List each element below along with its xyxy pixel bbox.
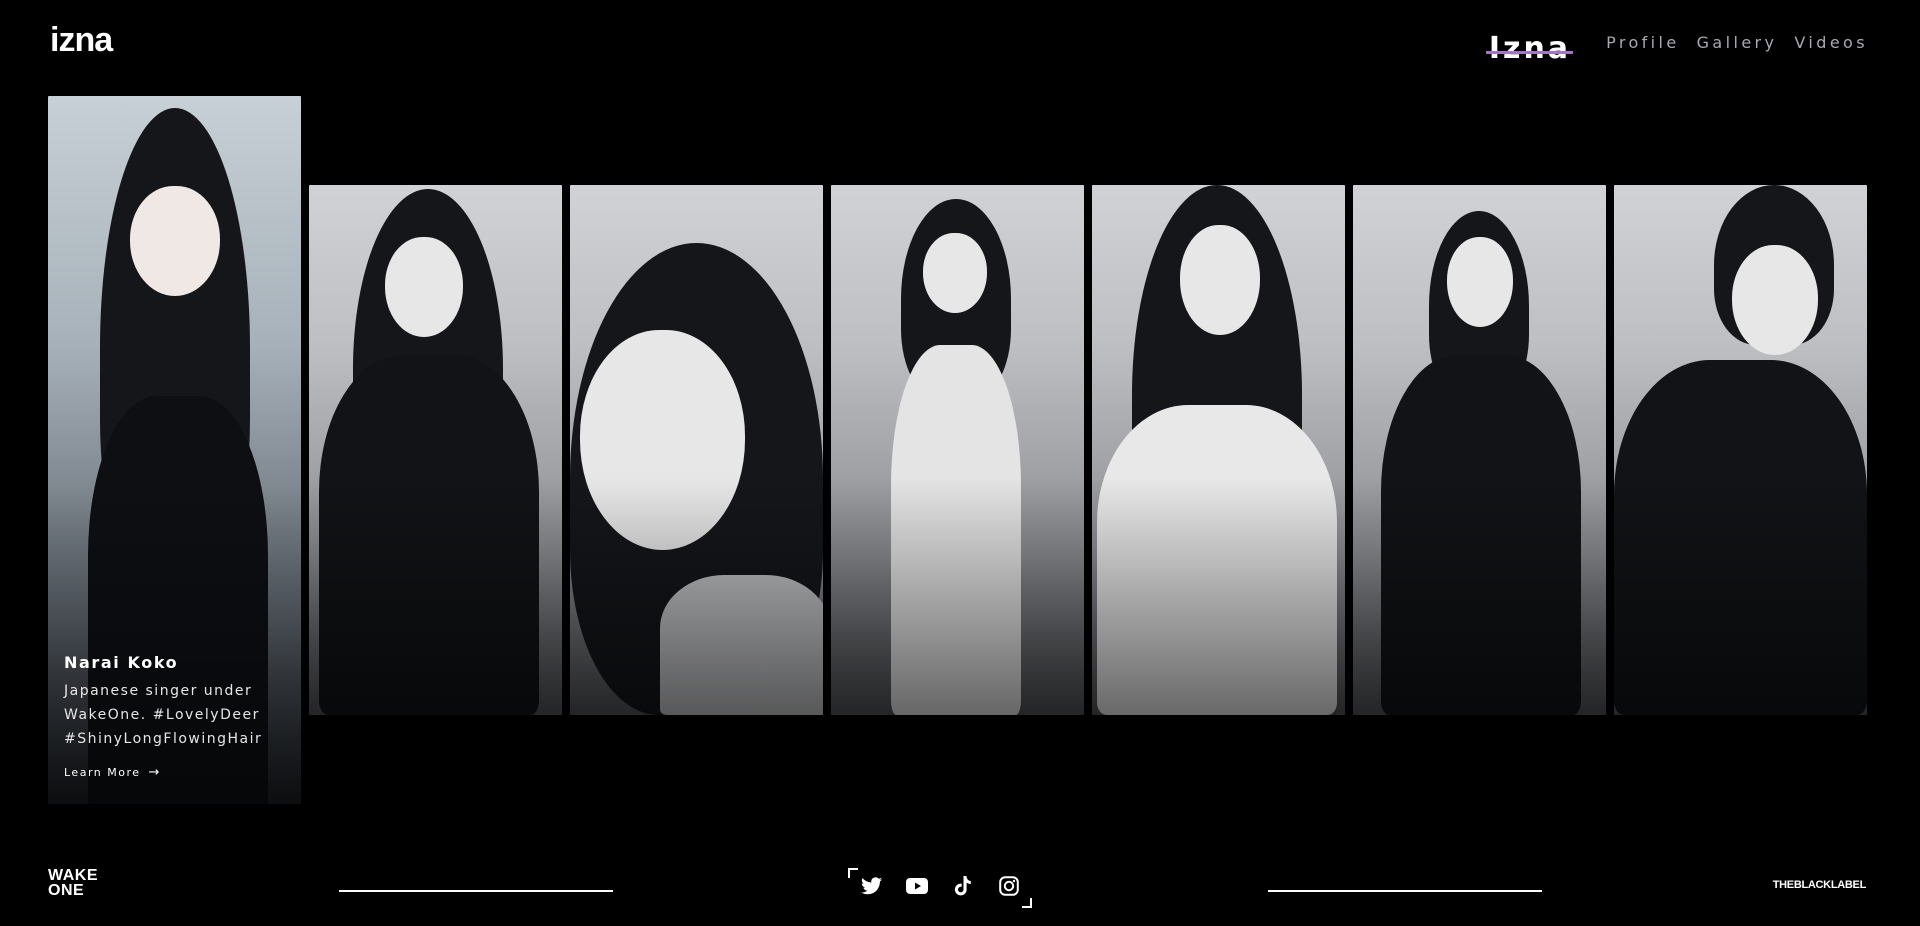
member-photo-3 xyxy=(570,185,823,715)
learn-more-link[interactable]: Learn More → xyxy=(64,765,161,780)
corner-bracket-tl xyxy=(848,868,858,878)
arrow-right-icon: → xyxy=(148,765,161,780)
member-card-3[interactable] xyxy=(570,185,823,715)
member-photo-2 xyxy=(309,185,562,715)
corner-bracket-br xyxy=(1022,898,1032,908)
learn-more-label: Learn More xyxy=(64,766,141,779)
member-card-7[interactable] xyxy=(1614,185,1867,715)
member-card-2[interactable] xyxy=(309,185,562,715)
member-photo-6 xyxy=(1353,185,1606,715)
member-photo-7 xyxy=(1614,185,1867,715)
wakeone-logo-line1: WAKE xyxy=(48,867,98,884)
footer-divider-left xyxy=(339,890,613,892)
wakeone-logo[interactable]: WAKE ONE xyxy=(48,867,98,899)
footer-divider-right xyxy=(1268,890,1542,892)
tiktok-icon[interactable] xyxy=(952,875,974,897)
member-photo-5 xyxy=(1092,185,1345,715)
wakeone-logo-line2: ONE xyxy=(48,882,85,899)
member-name: Narai Koko xyxy=(64,653,179,672)
member-card-5[interactable] xyxy=(1092,185,1345,715)
social-links xyxy=(848,868,1032,908)
twitter-icon[interactable] xyxy=(860,875,882,897)
member-gallery: Narai Koko Japanese singer under WakeOne… xyxy=(0,0,1920,926)
member-card-featured[interactable]: Narai Koko Japanese singer under WakeOne… xyxy=(48,96,301,804)
member-info: Narai Koko Japanese singer under WakeOne… xyxy=(64,653,284,780)
member-description: Japanese singer under WakeOne. #LovelyDe… xyxy=(64,683,263,747)
member-photo-4 xyxy=(831,185,1084,715)
instagram-icon[interactable] xyxy=(998,875,1020,897)
member-card-6[interactable] xyxy=(1353,185,1606,715)
member-card-4[interactable] xyxy=(831,185,1084,715)
theblacklabel-logo[interactable]: THEBLACKLABEL xyxy=(1773,879,1867,891)
youtube-icon[interactable] xyxy=(906,875,928,897)
